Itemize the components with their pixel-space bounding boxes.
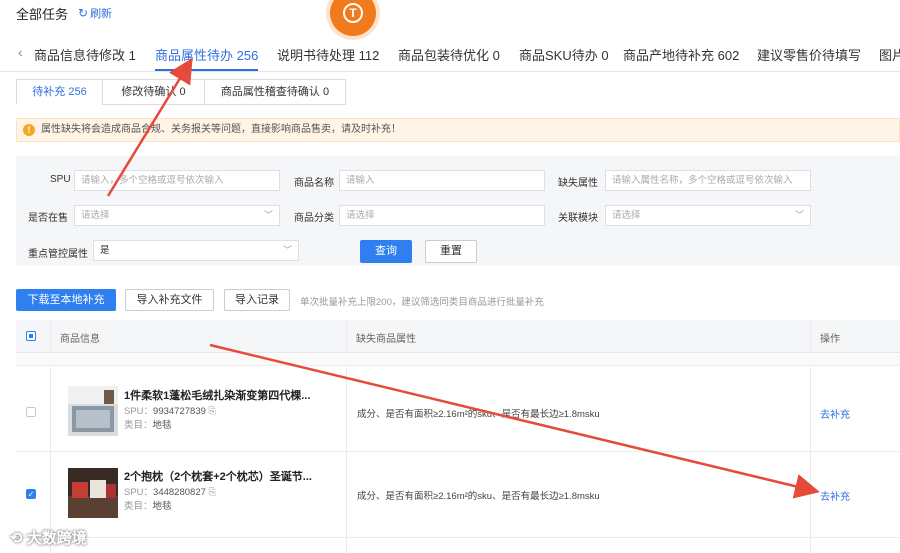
product-table: 商品信息 缺失商品属性 操作 1件柔软1蓬松毛绒扎染渐变第四代棵... SPU：… bbox=[16, 320, 900, 553]
tab-retail-price[interactable]: 建议零售价待填写 bbox=[757, 45, 861, 64]
module-select[interactable]: 请选择 ﹀ bbox=[605, 205, 811, 226]
active-tab-indicator bbox=[155, 69, 258, 71]
import-file-button[interactable]: 导入补充文件 bbox=[125, 289, 214, 311]
tab-packaging[interactable]: 商品包装待优化 0 bbox=[398, 45, 500, 64]
row-checkbox[interactable]: ✓ bbox=[26, 489, 36, 499]
missing-attrs: 成分、是否有面积≥2.16m²的sku、是否有最长边≥1.8msku bbox=[357, 409, 600, 420]
row-checkbox[interactable] bbox=[26, 407, 36, 417]
spu-prefix: SPU： bbox=[124, 406, 154, 417]
tabs-prev-icon[interactable]: ‹ bbox=[18, 44, 23, 60]
category-value: 地毯 bbox=[152, 420, 172, 431]
missing-attr-input[interactable]: 请输入属性名称，多个空格或逗号依次输入 bbox=[605, 170, 811, 191]
tab-sku[interactable]: 商品SKU待办 0 bbox=[519, 45, 609, 64]
header-product-info: 商品信息 bbox=[60, 334, 100, 345]
subtab-pending-confirm[interactable]: 修改待确认 0 bbox=[102, 79, 205, 105]
product-spu: SPU：3448280827 ⎘ bbox=[124, 487, 217, 498]
product-thumbnail bbox=[68, 386, 118, 436]
category-select[interactable]: 请选择 bbox=[339, 205, 545, 226]
module-placeholder: 请选择 bbox=[612, 210, 641, 221]
warning-icon: ! bbox=[23, 124, 35, 136]
watermark-logo: ⟲ 大数跨境 bbox=[10, 527, 87, 548]
product-category: 类目：地毯 bbox=[124, 498, 172, 512]
page-title: 全部任务 bbox=[16, 7, 69, 22]
refresh-button[interactable]: ↻ 刷新 bbox=[78, 5, 112, 21]
select-all-checkbox[interactable] bbox=[26, 331, 36, 341]
category-value: 地毯 bbox=[152, 501, 172, 512]
tab-product-attributes[interactable]: 商品属性待办 256 bbox=[155, 45, 258, 64]
chevron-down-icon: ﹀ bbox=[263, 210, 273, 220]
spu-value: 9934727839 bbox=[153, 406, 206, 417]
tab-images[interactable]: 图片 bbox=[879, 45, 900, 64]
warning-notice: ! 属性缺失将会造成商品合规、关务报关等问题，直接影响商品售卖，请及时补充！ bbox=[16, 118, 900, 142]
query-button[interactable]: 查询 bbox=[360, 240, 412, 263]
supplement-link[interactable]: 去补充 bbox=[820, 488, 850, 503]
spu-label: SPU bbox=[50, 174, 71, 185]
key-attr-value: 是 bbox=[100, 245, 110, 256]
header-missing-attrs: 缺失商品属性 bbox=[356, 334, 416, 345]
refresh-icon: ↻ bbox=[78, 6, 89, 20]
key-attr-select[interactable]: 是 ﹀ bbox=[93, 240, 299, 261]
category-label: 商品分类 bbox=[294, 213, 334, 224]
module-label: 关联模块 bbox=[558, 213, 598, 224]
download-local-button[interactable]: 下载至本地补充 bbox=[16, 289, 116, 311]
on-sale-placeholder: 请选择 bbox=[81, 210, 110, 221]
table-row: ✓ 2个抱枕（2个枕套+2个枕芯）圣诞节... SPU：3448280827 ⎘… bbox=[16, 452, 900, 538]
product-name: 2个抱枕（2个枕套+2个枕芯）圣诞节... bbox=[124, 471, 312, 483]
category-prefix: 类目： bbox=[124, 420, 153, 431]
reset-button[interactable]: 重置 bbox=[425, 240, 477, 263]
product-spu: SPU：9934727839 ⎘ bbox=[124, 406, 217, 417]
product-thumbnail bbox=[68, 468, 118, 518]
key-attr-label: 重点管控属性 bbox=[28, 249, 88, 260]
floating-badge[interactable]: T bbox=[330, 0, 376, 36]
table-row-partial bbox=[16, 354, 900, 366]
subtab-audit-confirm[interactable]: 商品属性稽查待确认 0 bbox=[204, 79, 346, 105]
refresh-label: 刷新 bbox=[90, 8, 113, 20]
filter-panel: SPU 请输入，多个空格或逗号依次输入 商品名称 请输入 缺失属性 请输入属性名… bbox=[16, 156, 900, 266]
spu-prefix: SPU： bbox=[124, 487, 154, 498]
category-prefix: 类目： bbox=[124, 501, 153, 512]
watermark-icon: ⟲ bbox=[10, 530, 23, 547]
spu-value: 3448280827 bbox=[153, 487, 206, 498]
spu-input[interactable]: 请输入，多个空格或逗号依次输入 bbox=[74, 170, 280, 191]
header-operation: 操作 bbox=[820, 334, 840, 345]
missing-attr-label: 缺失属性 bbox=[558, 178, 598, 189]
on-sale-label: 是否在售 bbox=[28, 213, 68, 224]
tab-manual[interactable]: 说明书待处理 112 bbox=[277, 45, 379, 64]
page-header: 全部任务 ↻ 刷新 bbox=[0, 0, 900, 26]
notice-text: 属性缺失将会造成商品合规、关务报关等问题，直接影响商品售卖，请及时补充！ bbox=[41, 124, 401, 135]
table-row: 1件柔软1蓬松毛绒扎染渐变第四代棵... SPU：9934727839 ⎘ 类目… bbox=[16, 366, 900, 452]
tab-origin[interactable]: 商品产地待补充 602 bbox=[623, 45, 739, 64]
subtab-to-supplement[interactable]: 待补充 256 bbox=[16, 79, 103, 105]
chevron-down-icon: ﹀ bbox=[282, 245, 292, 255]
batch-hint: 单次批量补充上限200，建议筛选同类目商品进行批量补充 bbox=[300, 297, 544, 308]
task-tabs: ‹ 商品信息待修改 1 商品属性待办 256 说明书待处理 112 商品包装待优… bbox=[0, 38, 900, 72]
on-sale-select[interactable]: 请选择 ﹀ bbox=[74, 205, 280, 226]
supplement-link[interactable]: 去补充 bbox=[820, 406, 850, 421]
product-name-input[interactable]: 请输入 bbox=[339, 170, 545, 191]
missing-attrs: 成分、是否有面积≥2.16m²的sku、是否有最长边≥1.8msku bbox=[357, 491, 600, 502]
product-name: 1件柔软1蓬松毛绒扎染渐变第四代棵... bbox=[124, 390, 311, 402]
import-log-button[interactable]: 导入记录 bbox=[224, 289, 290, 311]
watermark-text: 大数跨境 bbox=[26, 530, 87, 547]
tab-product-info[interactable]: 商品信息待修改 1 bbox=[34, 45, 136, 64]
chevron-down-icon: ﹀ bbox=[794, 210, 804, 220]
product-name-label: 商品名称 bbox=[294, 178, 334, 189]
product-category: 类目：地毯 bbox=[124, 417, 172, 431]
table-header: 商品信息 缺失商品属性 操作 bbox=[16, 320, 900, 353]
badge-letter: T bbox=[343, 3, 363, 23]
